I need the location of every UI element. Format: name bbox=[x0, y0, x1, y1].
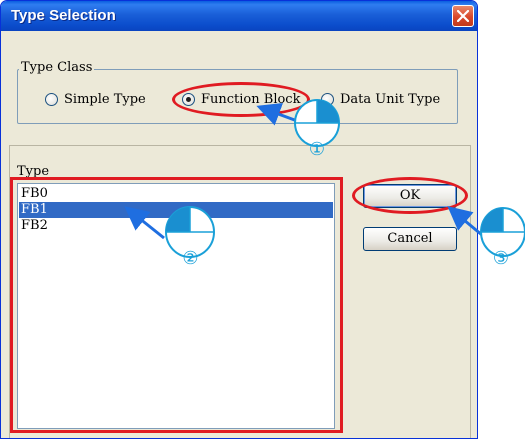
arrow-step-2 bbox=[124, 206, 165, 240]
step-number: ① bbox=[308, 139, 326, 160]
step-arrows bbox=[124, 102, 489, 242]
mouse-marker-step-3: ③ bbox=[477, 206, 525, 278]
mouse-marker-step-1: ① bbox=[292, 98, 342, 168]
step-number: ③ bbox=[492, 248, 510, 269]
mouse-marker-step-2: ② bbox=[163, 205, 218, 280]
step-number: ② bbox=[182, 248, 199, 269]
